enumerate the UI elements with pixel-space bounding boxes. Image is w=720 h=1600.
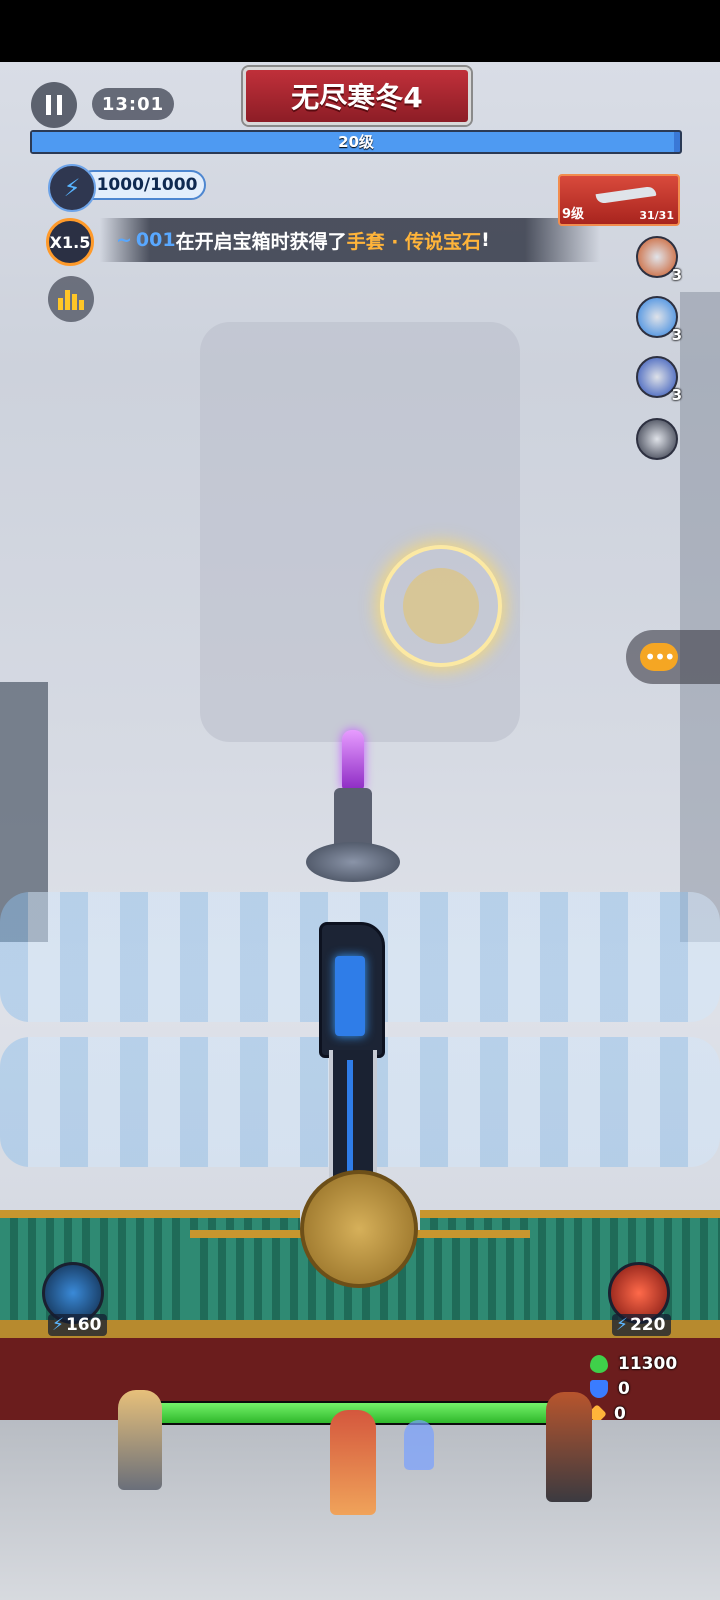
earth-skill-icon[interactable]: 3 <box>636 236 682 284</box>
skill-count: 3 <box>671 266 682 284</box>
crystal-totem <box>306 730 400 890</box>
health-stat: 11300 <box>590 1354 677 1374</box>
hero-right-cost: ⚡ 220 <box>612 1314 672 1336</box>
weapon-card[interactable]: 9级 31/31 <box>558 174 680 226</box>
lightning-icon: ⚡ <box>616 1315 628 1335</box>
chat-button[interactable]: ••• <box>626 630 720 684</box>
speed-multiplier-button[interactable]: X1.5 <box>46 218 94 266</box>
background-pillar-right <box>680 292 720 942</box>
status-bar <box>0 0 720 62</box>
main-turret <box>307 922 391 1192</box>
lion-head-ornament <box>300 1170 418 1288</box>
lightning-icon: ⚡ <box>52 1315 64 1335</box>
hero-gunner-left <box>118 1390 162 1490</box>
aim-target-reticle <box>380 545 502 667</box>
weapon-count: 31/31 <box>639 209 674 222</box>
shield-stat: 0 <box>590 1379 630 1399</box>
game-timer: 13:01 <box>92 88 174 120</box>
heart-icon <box>590 1355 608 1373</box>
hero-left-cost: ⚡ 160 <box>48 1314 108 1336</box>
spirit-companion <box>404 1420 434 1470</box>
stage-title-plate: 无尽寒冬4 <box>243 67 471 125</box>
level-label: 20级 <box>338 133 374 151</box>
skill-count: 3 <box>671 326 682 344</box>
weapon-level: 9级 <box>562 207 585 222</box>
stats-chart-button[interactable] <box>48 276 94 322</box>
lightning-icon: ⚡ <box>48 164 96 212</box>
shield-icon <box>590 1380 608 1398</box>
ice-burst-skill-icon[interactable]: 3 <box>636 296 682 344</box>
hero-brawler-right <box>546 1392 592 1502</box>
stage-title: 无尽寒冬4 <box>291 81 423 114</box>
chat-bubble-icon: ••• <box>640 643 678 671</box>
bar-chart-icon <box>57 290 85 310</box>
level-progress-bar: 20级 <box>30 130 682 154</box>
broadcast-suffix: ! <box>481 229 490 251</box>
blade-weapon-icon <box>595 185 657 205</box>
broadcast-prefix: ~ <box>116 229 132 251</box>
target-skill-icon[interactable] <box>636 418 678 460</box>
skill-count: 3 <box>671 386 682 404</box>
energy-value: 1000/1000 <box>78 170 206 200</box>
broadcast-player: 001 <box>135 229 176 251</box>
broadcast-item: 手套 · 传说宝石 <box>346 230 482 253</box>
hero-swordswoman-center <box>330 1410 376 1515</box>
broadcast-banner: ~ 001 在开启宝箱时获得了 手套 · 传说宝石 ! <box>100 218 600 262</box>
background-cliff <box>200 322 520 742</box>
frost-blade-skill-icon[interactable]: 3 <box>636 356 682 404</box>
energy-meter: ⚡ 1000/1000 <box>48 164 210 212</box>
pause-button[interactable] <box>31 82 77 128</box>
broadcast-text: 在开启宝箱时获得了 <box>175 230 347 253</box>
